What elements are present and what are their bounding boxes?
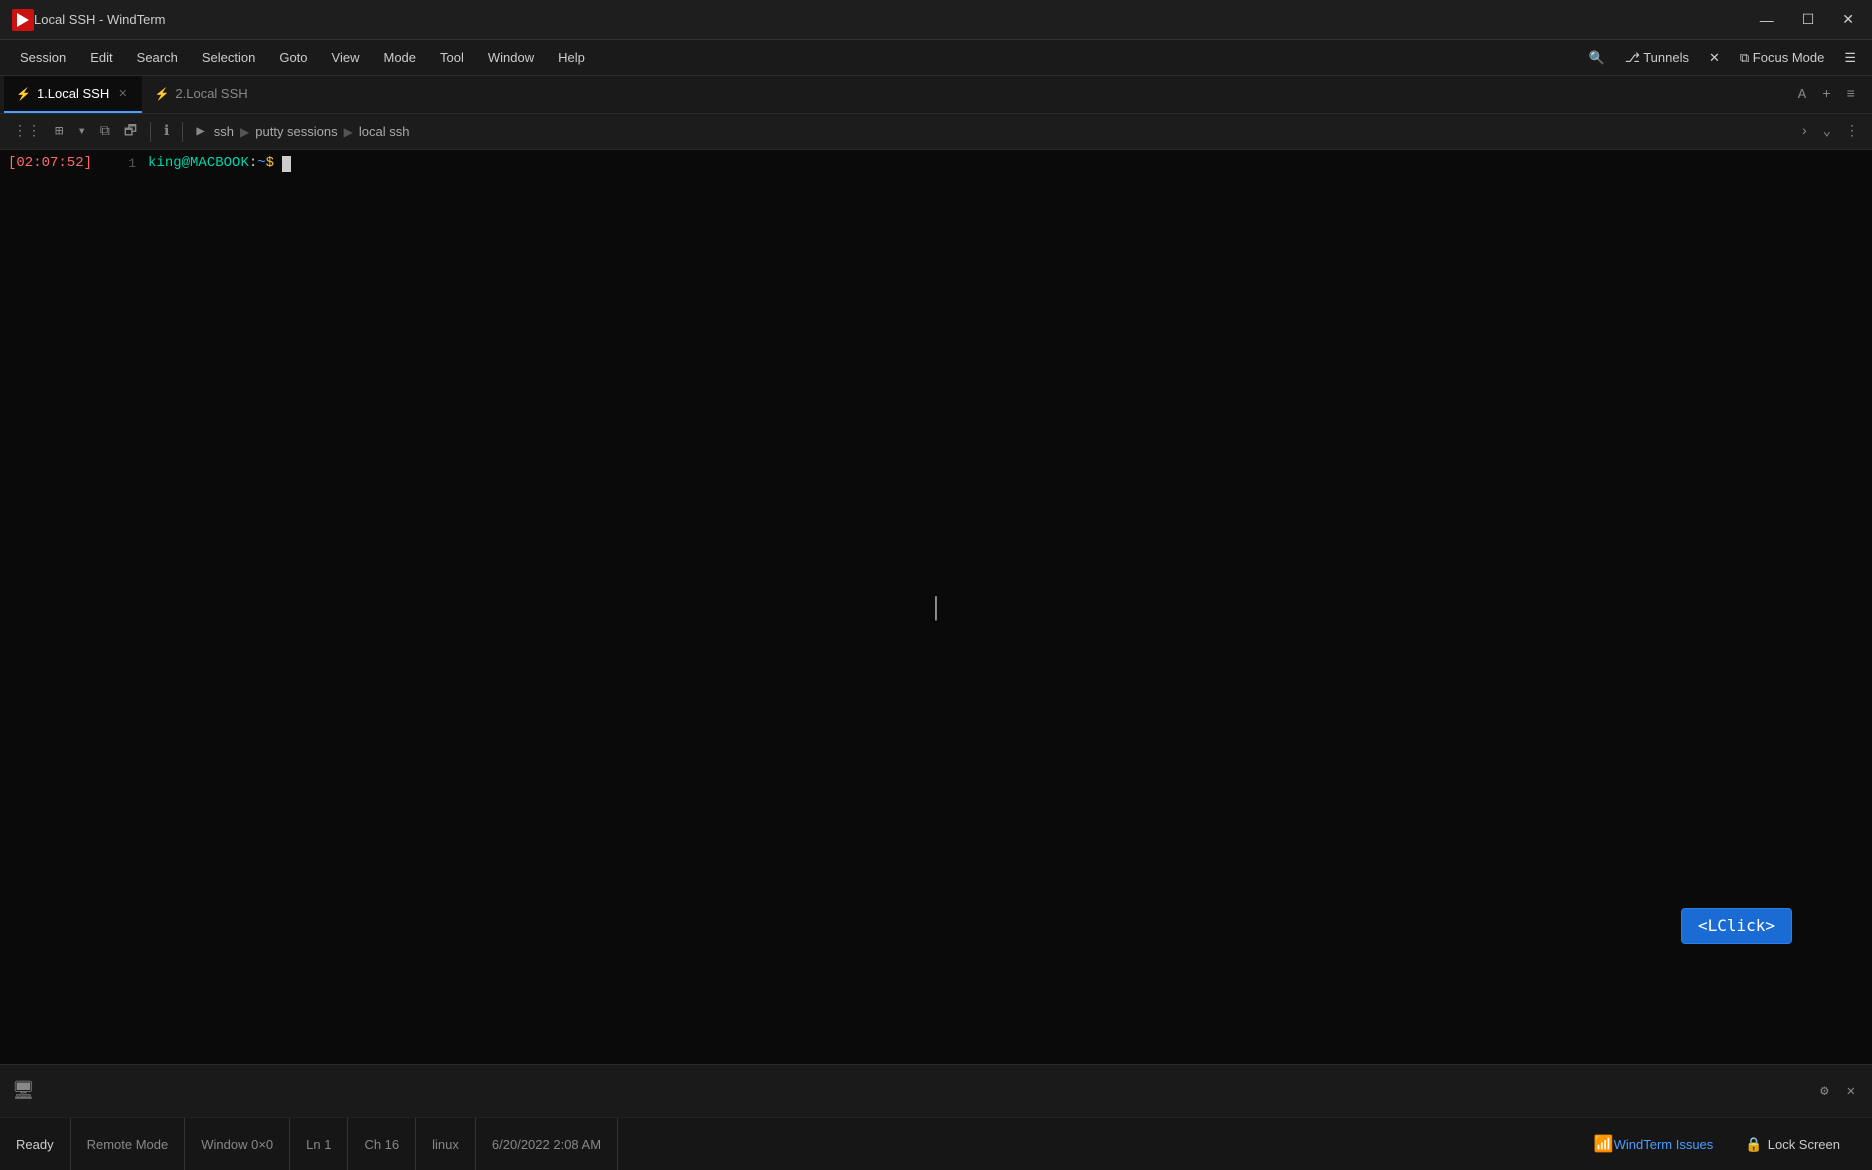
ready-label: Ready — [16, 1137, 54, 1152]
terminal-content: [02:07:52] 1 king@MACBOOK:~$ — [8, 154, 1864, 1068]
breadcrumb-putty[interactable]: putty sessions — [255, 124, 337, 139]
tab-2-icon: ⚡ — [154, 87, 169, 101]
tab-menu-button[interactable]: ≡ — [1842, 85, 1860, 105]
menubar: Session Edit Search Selection Goto View … — [0, 40, 1872, 76]
menu-session[interactable]: Session — [8, 46, 78, 69]
status-os: linux — [416, 1118, 476, 1170]
toolbar-right: › ⌄ ⋮ — [1795, 120, 1864, 143]
menu-mode[interactable]: Mode — [371, 46, 428, 69]
status-ln: Ln 1 — [290, 1118, 348, 1170]
tab-1-close[interactable]: ✕ — [115, 85, 130, 102]
titlebar: Local SSH - WindTerm — ☐ ✕ — [0, 0, 1872, 40]
datetime-label: 6/20/2022 2:08 AM — [492, 1137, 601, 1152]
minimize-button[interactable]: — — [1754, 9, 1780, 30]
menubar-right: 🔍 ⎇ ⎇ TunnelsTunnels ✕ ⧉ Focus Mode ☰ — [1581, 46, 1864, 70]
lock-icon: 🔒 — [1745, 1136, 1762, 1153]
collapse-button[interactable]: ⌄ — [1818, 120, 1836, 143]
menu-goto[interactable]: Goto — [267, 46, 319, 69]
expand-right-button[interactable]: › — [1795, 121, 1813, 143]
close-button[interactable]: ✕ — [1836, 9, 1860, 30]
panel-close-button[interactable]: ✕ — [1842, 1080, 1860, 1103]
tab-1-icon: ⚡ — [16, 87, 31, 101]
terminal-line-1: [02:07:52] 1 king@MACBOOK:~$ — [8, 154, 1864, 174]
breadcrumb-ssh[interactable]: ssh — [214, 124, 234, 139]
float-button[interactable]: ⧉ — [95, 121, 115, 143]
remote-mode-label: Remote Mode — [87, 1137, 169, 1152]
tab-1-local-ssh[interactable]: ⚡ 1.Local SSH ✕ — [4, 76, 142, 113]
app-icon — [12, 9, 34, 31]
bottom-panel: 🖥 ⚙ ✕ — [0, 1064, 1872, 1117]
ln-label: Ln 1 — [306, 1137, 331, 1152]
drag-handle-icon: ⋮⋮ — [8, 120, 46, 143]
x-close-button[interactable]: ✕ — [1701, 46, 1728, 70]
menu-edit[interactable]: Edit — [78, 46, 124, 69]
lclick-label: <LClick> — [1698, 916, 1775, 935]
line-number: 1 — [100, 155, 136, 173]
menu-selection[interactable]: Selection — [190, 46, 267, 69]
window-title: Local SSH - WindTerm — [34, 12, 1754, 27]
status-lock-screen[interactable]: 🔒 Lock Screen — [1729, 1118, 1856, 1170]
prompt-user: king — [148, 154, 182, 174]
breadcrumb-sep-2: ▶ — [344, 125, 353, 139]
toolbar-divider-2 — [182, 122, 183, 142]
window-controls: — ☐ ✕ — [1754, 9, 1860, 30]
menu-help[interactable]: Help — [546, 46, 597, 69]
status-ch: Ch 16 — [348, 1118, 416, 1170]
more-options-button[interactable]: ⋮ — [1840, 120, 1864, 143]
status-remote-mode: Remote Mode — [71, 1118, 186, 1170]
toolbar-divider — [150, 122, 151, 142]
tab-2-local-ssh[interactable]: ⚡ 2.Local SSH — [142, 76, 259, 113]
status-window-size: Window 0×0 — [185, 1118, 290, 1170]
panel-settings-button[interactable]: ⚙ — [1815, 1080, 1833, 1103]
status-issues[interactable]: 📶 WindTerm Issues — [1578, 1118, 1730, 1170]
menu-tool[interactable]: Tool — [428, 46, 476, 69]
terminal-cursor — [282, 156, 291, 172]
new-tab-dropdown[interactable]: ▾ — [72, 120, 90, 143]
menu-window[interactable]: Window — [476, 46, 546, 69]
toolbar: ⋮⋮ ⊞ ▾ ⧉ 🗗 ℹ ▶ ssh ▶ putty sessions ▶ lo… — [0, 114, 1872, 150]
play-icon: ▶ — [191, 120, 209, 143]
tab-add-button[interactable]: + — [1817, 85, 1835, 105]
tab-2-label: 2.Local SSH — [175, 86, 247, 101]
breadcrumb-sep-1: ▶ — [240, 125, 249, 139]
restore-button[interactable]: 🗗 — [119, 117, 142, 147]
search-button[interactable]: 🔍 — [1581, 46, 1613, 70]
breadcrumb: ssh ▶ putty sessions ▶ local ssh — [214, 124, 1791, 139]
tab-right-controls: A + ≡ — [1785, 76, 1868, 113]
menu-view[interactable]: View — [320, 46, 372, 69]
info-button[interactable]: ℹ — [159, 120, 174, 143]
issues-link[interactable]: WindTerm Issues — [1614, 1137, 1714, 1152]
timestamp: [02:07:52] — [8, 154, 92, 174]
status-datetime: 6/20/2022 2:08 AM — [476, 1118, 618, 1170]
new-tab-button[interactable]: ⊞ — [50, 120, 68, 143]
lock-screen-label: Lock Screen — [1768, 1137, 1840, 1152]
layout-button[interactable]: ☰ — [1836, 46, 1864, 70]
lock-screen-button[interactable]: 🔒 Lock Screen — [1745, 1136, 1840, 1153]
tab-1-label: 1.Local SSH — [37, 86, 109, 101]
breadcrumb-local-ssh[interactable]: local ssh — [359, 124, 410, 139]
focus-mode-button[interactable]: ⧉ Focus Mode — [1732, 46, 1832, 70]
wifi-icon: 📶 — [1594, 1134, 1614, 1154]
panel-terminal-icon: 🖥 — [12, 1080, 35, 1102]
status-ready: Ready — [16, 1118, 71, 1170]
statusbar: Ready Remote Mode Window 0×0 Ln 1 Ch 16 … — [0, 1117, 1872, 1170]
panel-right-controls: ⚙ ✕ — [1815, 1080, 1860, 1103]
terminal-area[interactable]: [02:07:52] 1 king@MACBOOK:~$ | <LClick> — [0, 150, 1872, 1064]
tabbar: ⚡ 1.Local SSH ✕ ⚡ 2.Local SSH A + ≡ — [0, 76, 1872, 114]
menu-search[interactable]: Search — [125, 46, 190, 69]
tab-font-button[interactable]: A — [1793, 85, 1811, 105]
window-size-label: Window 0×0 — [201, 1137, 273, 1152]
maximize-button[interactable]: ☐ — [1796, 9, 1821, 30]
lclick-popup: <LClick> — [1681, 908, 1792, 944]
tunnels-button[interactable]: ⎇ ⎇ TunnelsTunnels — [1617, 46, 1697, 70]
ch-label: Ch 16 — [364, 1137, 399, 1152]
os-label: linux — [432, 1137, 459, 1152]
